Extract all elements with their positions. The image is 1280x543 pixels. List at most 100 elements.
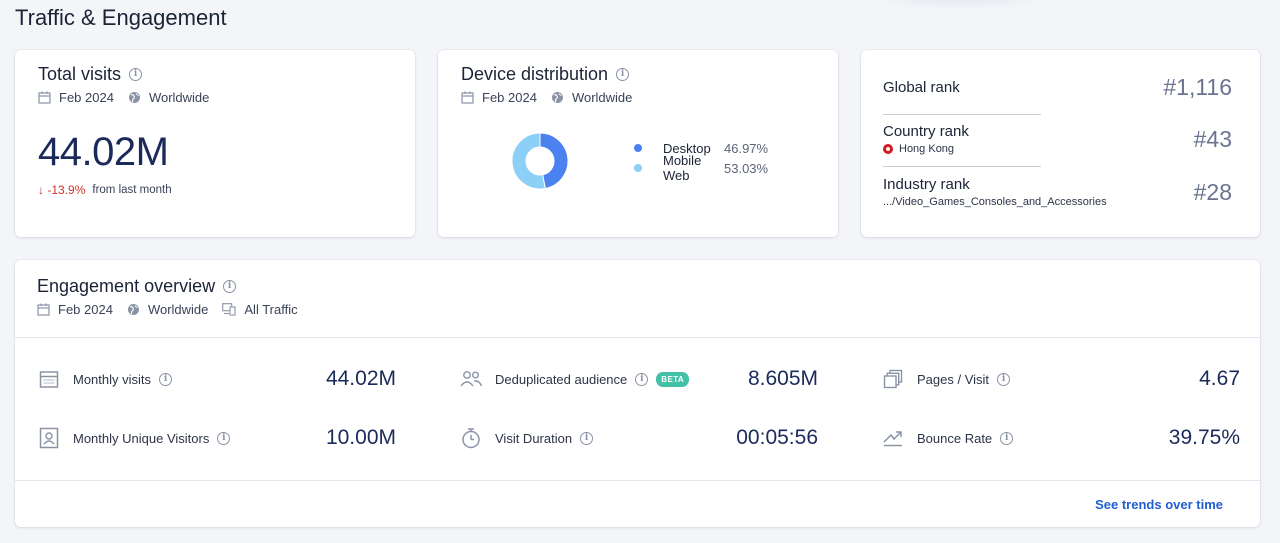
hong-kong-flag-icon [883, 144, 893, 154]
metric-monthly-visits: Monthly visits i 44.02M [37, 364, 396, 394]
legend-value: 53.03% [724, 160, 769, 176]
legend-value: 46.97% [724, 140, 769, 156]
visit-duration-value: 00:05:56 [736, 426, 818, 449]
users-icon [459, 367, 483, 391]
calendar-icon [37, 303, 50, 316]
metric-pages-per-visit: Pages / Visit i 4.67 [881, 364, 1240, 394]
bounce-rate-value: 39.75% [1168, 426, 1240, 449]
metric-label: Monthly Unique Visitors i [73, 431, 231, 446]
country-rank-row: Country rank Hong Kong #43 [883, 123, 1232, 155]
period-label: Feb 2024 [58, 302, 113, 317]
info-icon[interactable]: i [223, 280, 237, 293]
engagement-meta: Feb 2024 Worldwide All Traffic [37, 302, 1238, 317]
divider [883, 166, 1041, 167]
info-icon[interactable]: i [997, 372, 1011, 386]
change-row: ↓ -13.9% from last month [38, 183, 392, 197]
period-item: Feb 2024 [461, 90, 537, 105]
region-label: Worldwide [571, 90, 633, 105]
unique-visitors-value: 10.00M [325, 426, 396, 449]
total-visits-meta: Feb 2024 Worldwide [38, 90, 392, 105]
traffic-item: All Traffic [222, 302, 298, 317]
metric-deduplicated-audience: Deduplicated audience i BETA 8.605M [459, 364, 818, 394]
monthly-visits-label: Monthly visits [73, 371, 152, 387]
device-donut[interactable] [511, 132, 569, 195]
calendar-icon [37, 367, 61, 391]
id-card-icon [37, 426, 61, 450]
globe-icon [551, 92, 563, 103]
industry-rank-value: #28 [1193, 178, 1232, 205]
info-icon[interactable]: i [580, 431, 594, 445]
engagement-title: Engagement overview [37, 276, 216, 296]
country-rank-value: #43 [1193, 125, 1232, 152]
traffic-label: All Traffic [244, 302, 298, 317]
change-caption: from last month [92, 184, 172, 196]
industry-rank-row: Industry rank .../Video_Games_Consoles_a… [883, 176, 1232, 208]
bounce-rate-label: Bounce Rate [917, 430, 993, 446]
globe-icon [127, 304, 139, 315]
total-visits-value: 44.02M [38, 130, 169, 174]
legend-dot [634, 144, 642, 152]
global-rank-label: Global rank [883, 79, 960, 96]
page-title: Traffic & Engagement [15, 5, 227, 30]
period-item: Feb 2024 [37, 302, 113, 317]
info-icon[interactable]: i [159, 372, 173, 386]
pages-per-visit-value: 4.67 [1199, 367, 1240, 390]
device-title: Device distribution [461, 64, 609, 84]
region-item: Worldwide [551, 90, 632, 105]
pages-icon [881, 367, 905, 391]
global-rank-row: Global rank #1,116 [883, 74, 1232, 101]
total-visits-title-row: Total visits i [38, 64, 392, 85]
pages-per-visit-label: Pages / Visit [917, 371, 990, 387]
metric-label: Pages / Visit i [917, 371, 1011, 387]
bounce-icon [881, 426, 905, 450]
donut-slice-mobile-web[interactable] [511, 132, 546, 190]
engagement-overview-card: Engagement overview i Feb 2024 Worldwide… [15, 260, 1260, 527]
legend-label: Mobile Web [663, 153, 702, 183]
metric-label: Bounce Rate i [917, 430, 1014, 446]
legend-dot [634, 164, 642, 172]
engagement-title-row: Engagement overview i [37, 276, 1238, 297]
change-percent: -13.9% [47, 183, 86, 197]
info-icon[interactable]: i [1000, 431, 1014, 445]
global-rank-value: #1,116 [1163, 74, 1232, 100]
info-icon[interactable]: i [616, 68, 630, 81]
metrics-grid: Monthly visits i 44.02M Monthly Unique Vi… [15, 338, 1260, 480]
industry-rank-text: Industry rank .../Video_Games_Consoles_a… [883, 176, 1107, 208]
country-rank-text: Country rank Hong Kong [883, 123, 969, 155]
metric-visit-duration: Visit Duration i 00:05:56 [459, 423, 818, 453]
stopwatch-icon [459, 426, 483, 450]
change-value: ↓ -13.9% [38, 183, 85, 197]
calendar-icon [38, 91, 51, 104]
devices-icon [222, 303, 236, 316]
calendar-icon [461, 91, 474, 104]
industry-rank-sub[interactable]: .../Video_Games_Consoles_and_Accessories [883, 196, 1107, 208]
divider [883, 114, 1041, 115]
metric-unique-visitors: Monthly Unique Visitors i 10.00M [37, 423, 396, 453]
info-icon[interactable]: i [635, 372, 649, 386]
period-label: Feb 2024 [59, 90, 114, 105]
engagement-footer: See trends over time [15, 480, 1260, 527]
donut-chart [511, 132, 569, 190]
metric-bounce-rate: Bounce Rate i 39.75% [881, 423, 1240, 453]
period-item: Feb 2024 [38, 90, 114, 105]
country-rank-sub[interactable]: Hong Kong [883, 143, 969, 155]
region-label: Worldwide [147, 302, 209, 317]
device-meta: Feb 2024 Worldwide [461, 90, 815, 105]
device-distribution-card: Device distribution i Feb 2024 Worldwide… [438, 50, 838, 237]
total-visits-title: Total visits [38, 64, 122, 84]
metric-label: Visit Duration i [495, 431, 594, 446]
monthly-visits-value: 44.02M [325, 367, 396, 390]
beta-badge: BETA [656, 371, 690, 387]
info-icon[interactable]: i [217, 431, 231, 445]
region-item: Worldwide [128, 90, 209, 105]
industry-rank-label: Industry rank [883, 176, 970, 193]
dedup-audience-label: Deduplicated audience [495, 371, 628, 387]
total-visits-card: Total visits i Feb 2024 Worldwide 44.02M… [15, 50, 415, 237]
info-icon[interactable]: i [129, 68, 143, 81]
rank-card: Global rank #1,116 Country rank Hong Kon… [861, 50, 1260, 237]
metric-label: Deduplicated audience i BETA [495, 371, 690, 387]
legend-item-mobile-web[interactable]: Mobile Web 53.03% [634, 153, 769, 183]
country-rank-label: Country rank [883, 123, 969, 140]
region-label: Worldwide [148, 90, 210, 105]
see-trends-link[interactable]: See trends over time [1095, 497, 1223, 512]
